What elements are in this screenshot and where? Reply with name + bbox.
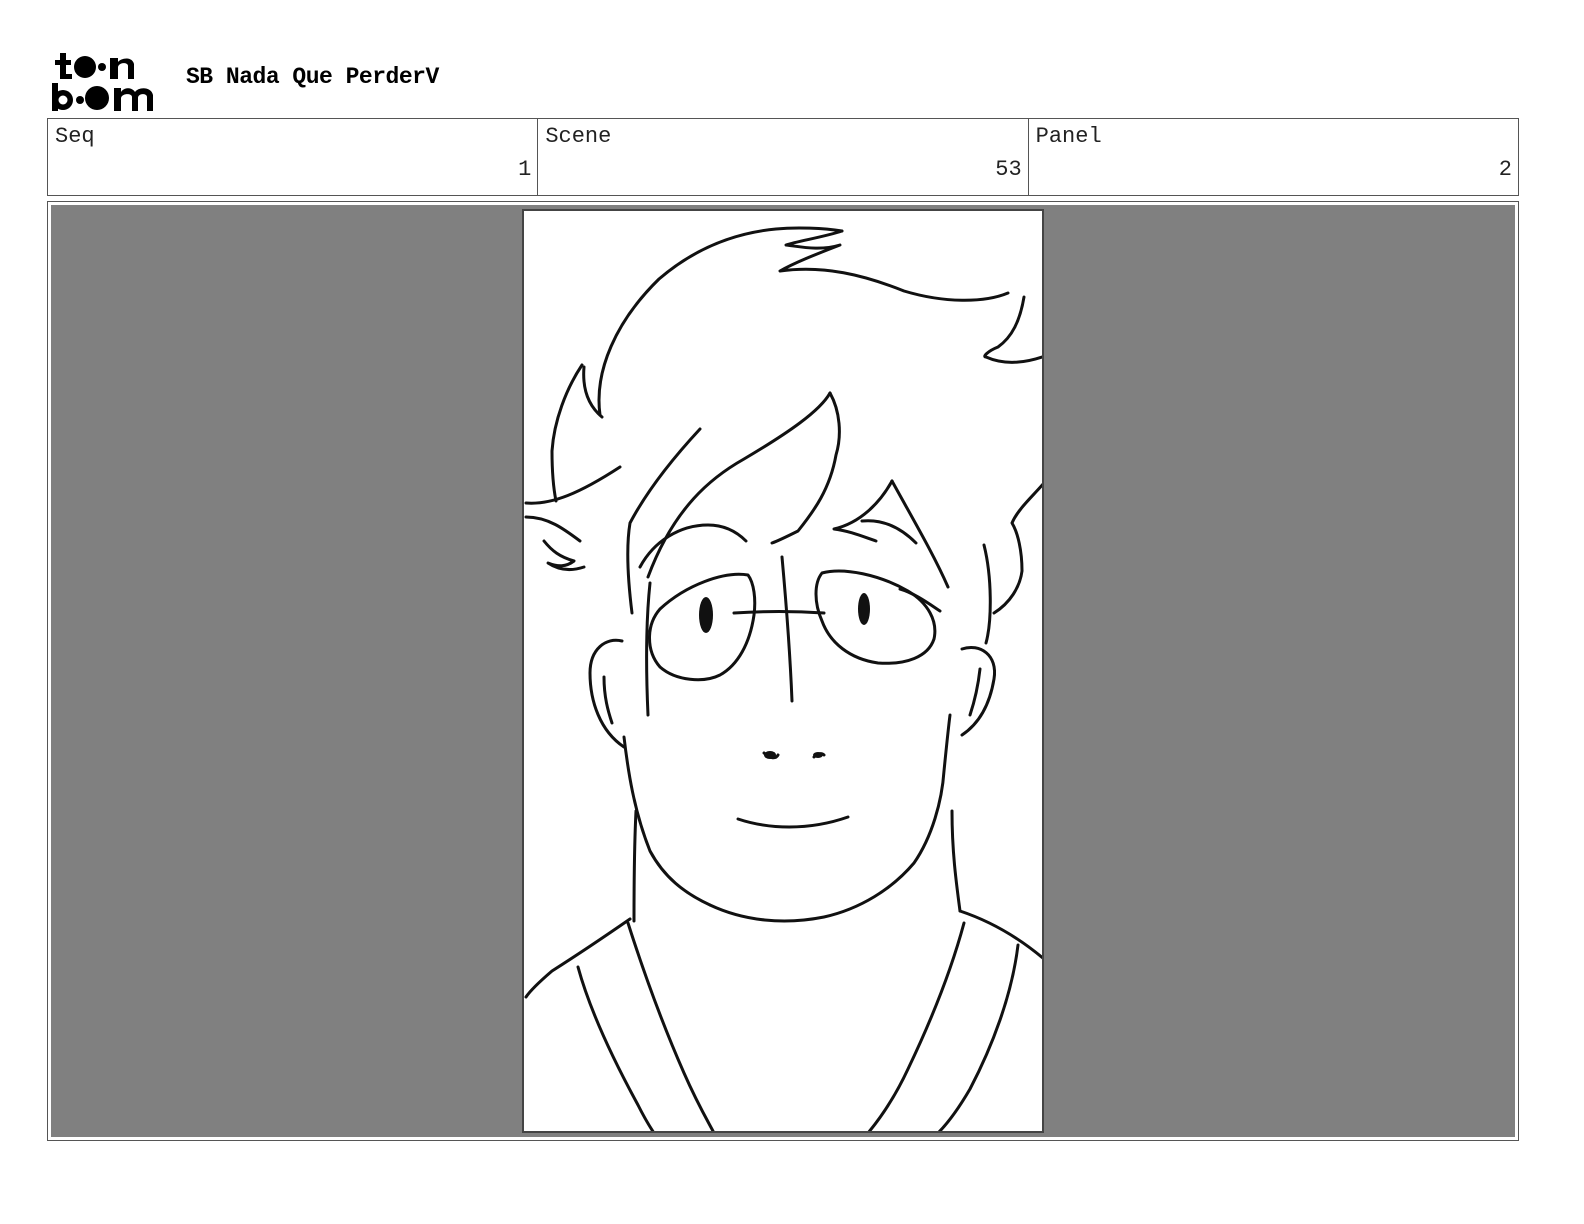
seq-value: 1 xyxy=(518,157,532,182)
panel-info-table: Seq 1 Scene 53 Panel 2 xyxy=(47,118,1519,196)
seq-label: Seq xyxy=(55,124,95,149)
project-title: SB Nada Que PerderV xyxy=(186,64,439,90)
scene-value: 53 xyxy=(995,157,1022,182)
panel-cell: Panel 2 xyxy=(1029,119,1518,195)
panel-value: 2 xyxy=(1498,157,1512,182)
seq-cell: Seq 1 xyxy=(48,119,539,195)
scene-cell: Scene 53 xyxy=(538,119,1029,195)
scene-label: Scene xyxy=(545,124,612,149)
panel-label: Panel xyxy=(1035,124,1102,149)
sketch-character-portrait-icon xyxy=(524,226,1042,1131)
toonboom-logo-icon xyxy=(52,53,153,111)
panel-drawing xyxy=(522,209,1044,1133)
